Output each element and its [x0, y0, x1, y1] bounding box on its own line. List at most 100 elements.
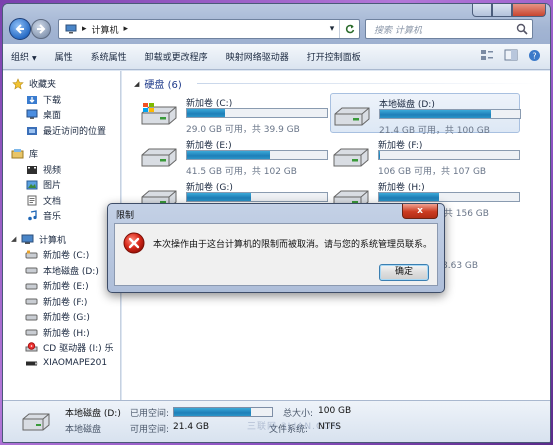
picture-library-icon	[25, 179, 38, 191]
drive-tile[interactable]: 新加卷 (F:) 106 GB 可用，共 107 GB	[330, 135, 520, 177]
window-controls	[472, 4, 546, 17]
drive-usage-fill	[379, 193, 440, 201]
svg-text:?: ?	[532, 52, 536, 61]
drive-tile[interactable]: 新加卷 (C:) 29.0 GB 可用，共 39.9 GB	[138, 93, 328, 135]
details-free-value: 21.4 GB	[173, 422, 210, 432]
drive-usage-bar	[186, 108, 328, 118]
properties-button[interactable]: 属性	[55, 50, 73, 63]
arrow-right-icon	[37, 24, 46, 34]
drive-usage-bar	[186, 150, 328, 160]
drive-usage-bar	[379, 109, 521, 119]
drive-usage-fill	[187, 151, 270, 159]
details-usage-fill	[174, 408, 252, 416]
chevron-down-icon[interactable]: ◢	[11, 235, 19, 243]
sidebar-item-downloads[interactable]: 下载	[3, 92, 120, 108]
uninstall-button[interactable]: 卸载或更改程序	[145, 50, 208, 63]
drive-icon	[22, 413, 50, 431]
breadcrumb-computer[interactable]: 计算机	[92, 23, 119, 36]
drive-group-header[interactable]: ◢ 硬盘 (6)	[134, 76, 182, 92]
dialog-body: 本次操作由于这台计算机的限制而被取消。请与您的系统管理员联系。 确定	[114, 223, 438, 286]
library-icon	[11, 148, 24, 160]
sidebar-item-libraries[interactable]: 库	[3, 146, 120, 162]
address-bar[interactable]: ▸ 计算机 ▸ ▾	[58, 19, 360, 39]
arrow-left-icon	[15, 24, 24, 34]
sidebar-item-removable[interactable]: XIAOMAPE201	[3, 356, 120, 372]
computer-icon	[65, 24, 77, 34]
minimize-button[interactable]	[472, 4, 492, 17]
sidebar-item-drive-f[interactable]: 新加卷 (F:)	[3, 294, 120, 310]
search-icon	[516, 23, 528, 35]
ok-button[interactable]: 确定	[379, 264, 429, 281]
navigation-pane: 收藏夹 下载 桌面 最近访问的位置 库 视频 图片 文档 音乐 ◢ 计算机 新加…	[3, 71, 121, 402]
drive-icon	[25, 280, 38, 292]
sidebar-item-recent[interactable]: 最近访问的位置	[3, 123, 120, 139]
sidebar-item-drive-c[interactable]: 新加卷 (C:)	[3, 247, 120, 263]
desktop-icon	[25, 109, 38, 121]
hidden-drive-info: 8.63 GB	[442, 261, 479, 271]
back-button[interactable]	[9, 18, 31, 40]
sidebar-item-desktop[interactable]: 桌面	[3, 107, 120, 123]
libraries-group: 库 视频 图片 文档 音乐	[3, 146, 120, 224]
drive-icon	[333, 148, 369, 167]
search-input[interactable]: 搜索 计算机	[365, 19, 533, 39]
music-library-icon	[25, 210, 38, 222]
dialog-title: 限制	[116, 211, 135, 221]
usb-drive-icon	[25, 357, 38, 369]
recent-places-icon	[25, 124, 38, 136]
drive-windows-icon	[25, 249, 38, 261]
document-library-icon	[25, 194, 38, 206]
drive-space-info: 29.0 GB 可用，共 39.9 GB	[186, 125, 300, 135]
drive-icon	[25, 311, 38, 323]
sidebar-item-favorites[interactable]: 收藏夹	[3, 76, 120, 92]
system-properties-button[interactable]: 系统属性	[91, 50, 127, 63]
chevron-down-icon: ▼	[32, 55, 37, 62]
restriction-dialog: 限制 x 本次操作由于这台计算机的限制而被取消。请与您的系统管理员联系。 确定	[107, 203, 445, 293]
drive-usage-fill	[187, 193, 252, 201]
control-panel-button[interactable]: 打开控制面板	[307, 50, 361, 63]
search-placeholder: 搜索 计算机	[374, 25, 422, 36]
drive-icon	[25, 264, 38, 276]
map-drive-button[interactable]: 映射网络驱动器	[226, 50, 289, 63]
address-dropdown-icon[interactable]: ▾	[325, 20, 339, 38]
sidebar-item-computer[interactable]: ◢ 计算机	[3, 232, 120, 248]
forward-button[interactable]	[31, 19, 51, 39]
refresh-icon[interactable]	[339, 20, 359, 38]
cd-drive-icon	[25, 342, 38, 354]
organize-button[interactable]: 组织 ▼	[11, 50, 37, 63]
sidebar-item-drive-d[interactable]: 本地磁盘 (D:)	[3, 263, 120, 279]
watermark: 三联网 3LIAN.COM	[247, 422, 341, 432]
drive-tile[interactable]: 新加卷 (E:) 41.5 GB 可用，共 102 GB	[138, 135, 328, 177]
star-icon	[11, 77, 24, 90]
details-drive-type: 本地磁盘	[65, 425, 102, 435]
drive-usage-bar	[378, 150, 520, 160]
download-folder-icon	[25, 93, 38, 105]
drive-usage-fill	[379, 151, 381, 159]
computer-group: ◢ 计算机 新加卷 (C:) 本地磁盘 (D:) 新加卷 (E:) 新加卷 (F…	[3, 232, 120, 372]
drive-space-info: 41.5 GB 可用，共 102 GB	[186, 167, 297, 177]
sidebar-item-music[interactable]: 音乐	[3, 208, 120, 224]
video-library-icon	[25, 163, 38, 175]
preview-pane-icon[interactable]	[504, 49, 518, 63]
sidebar-item-drive-h[interactable]: 新加卷 (H:)	[3, 325, 120, 341]
help-icon[interactable]: ?	[528, 49, 542, 63]
details-drive-name: 本地磁盘 (D:)	[65, 409, 121, 419]
drive-usage-bar	[378, 192, 520, 202]
sidebar-item-drive-e[interactable]: 新加卷 (E:)	[3, 278, 120, 294]
maximize-button[interactable]	[492, 4, 512, 17]
command-bar: 组织 ▼ 属性 系统属性 卸载或更改程序 映射网络驱动器 打开控制面板 ?	[3, 44, 550, 70]
sidebar-item-videos[interactable]: 视频	[3, 162, 120, 178]
sidebar-item-cd-drive[interactable]: CD 驱动器 (I:) 乐	[3, 340, 120, 356]
favorites-group: 收藏夹 下载 桌面 最近访问的位置	[3, 76, 120, 138]
drive-icon	[25, 295, 38, 307]
drive-space-info: 106 GB 可用，共 107 GB	[378, 167, 487, 177]
dialog-close-button[interactable]: x	[402, 204, 438, 219]
drive-icon	[141, 148, 177, 167]
window-close-button[interactable]	[512, 4, 546, 17]
sidebar-item-drive-g[interactable]: 新加卷 (G:)	[3, 309, 120, 325]
computer-icon	[21, 233, 34, 245]
drive-tile[interactable]: 本地磁盘 (D:) 21.4 GB 可用，共 100 GB	[330, 93, 521, 136]
drive-icon	[334, 107, 370, 126]
view-options-icon[interactable]	[480, 49, 494, 63]
sidebar-item-pictures[interactable]: 图片	[3, 177, 120, 193]
sidebar-item-documents[interactable]: 文档	[3, 193, 120, 209]
